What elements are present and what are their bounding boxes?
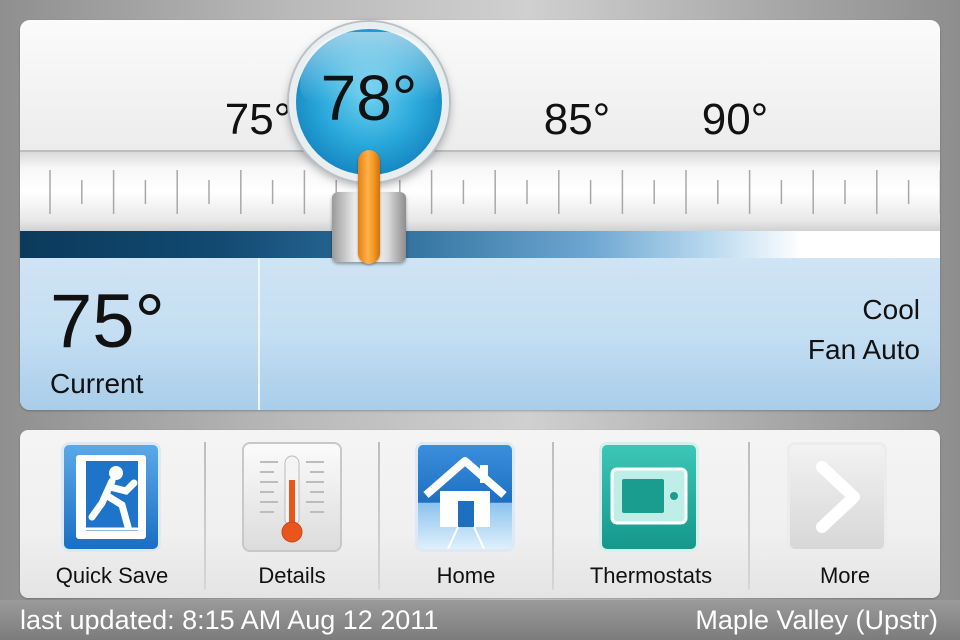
nav-home[interactable]: Home bbox=[380, 430, 552, 598]
temperature-gradient-bar bbox=[20, 231, 940, 258]
temperature-scale: 75° 85° 90° bbox=[20, 20, 940, 150]
current-label: Current bbox=[50, 368, 144, 399]
last-updated: last updated: 8:15 AM Aug 12 2011 bbox=[20, 605, 439, 635]
nav-details[interactable]: Details bbox=[206, 430, 378, 598]
current-temperature: 75° bbox=[50, 279, 165, 364]
exit-running-man-icon bbox=[61, 442, 161, 552]
temperature-panel: 75° 85° 90° 75° Current Cool Fan Auto bbox=[20, 20, 940, 410]
fan-mode: Fan Auto bbox=[807, 334, 920, 365]
nav-thermostats[interactable]: Thermostats bbox=[554, 430, 748, 598]
scale-label-90: 90° bbox=[701, 95, 769, 144]
bottom-nav: Quick Save Details Home Thermostats More bbox=[20, 430, 940, 598]
thermometer-icon bbox=[242, 442, 342, 552]
system-mode: Cool bbox=[862, 294, 920, 325]
nav-quick-save[interactable]: Quick Save bbox=[20, 430, 204, 598]
status-footer: last updated: 8:15 AM Aug 12 2011 Maple … bbox=[0, 600, 960, 640]
ruler-ticks bbox=[49, 170, 940, 214]
setpoint-value: 78° bbox=[320, 62, 418, 134]
mode-info[interactable]: Cool Fan Auto bbox=[808, 290, 920, 370]
scale-label-75: 75° bbox=[224, 95, 292, 144]
nav-label-details: Details bbox=[258, 563, 326, 588]
scale-label-85: 85° bbox=[543, 95, 611, 144]
nav-label-thermostats: Thermostats bbox=[589, 563, 713, 588]
temperature-slider-track[interactable] bbox=[20, 150, 940, 233]
status-divider bbox=[258, 258, 260, 410]
chevron-right-icon bbox=[787, 442, 887, 552]
nav-more[interactable]: More bbox=[750, 430, 940, 598]
nav-label-home: Home bbox=[436, 563, 496, 588]
house-icon bbox=[415, 442, 515, 552]
thermostat-icon bbox=[599, 442, 699, 552]
nav-label-quick-save: Quick Save bbox=[55, 563, 169, 588]
slider-handle[interactable] bbox=[358, 150, 380, 264]
thermostat-location[interactable]: Maple Valley (Upstr) bbox=[695, 600, 938, 640]
status-area: 75° Current Cool Fan Auto bbox=[20, 258, 940, 410]
nav-label-more: More bbox=[819, 563, 871, 588]
